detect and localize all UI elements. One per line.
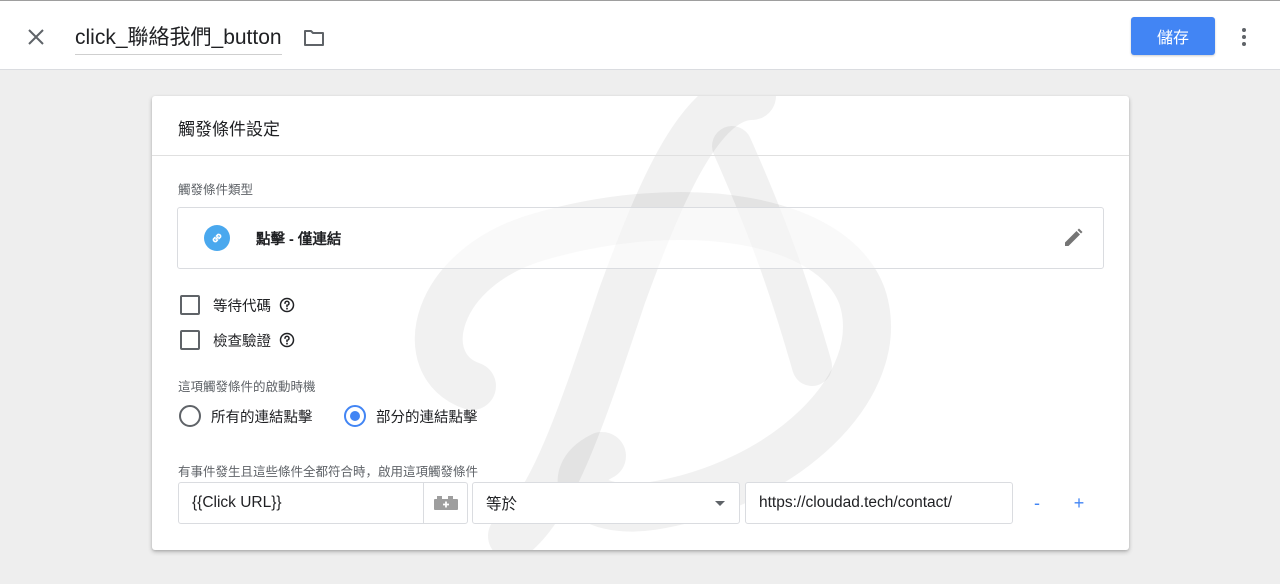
folder-icon — [304, 30, 324, 46]
more-vert-icon[interactable] — [1232, 23, 1256, 51]
all-link-clicks-option[interactable]: 所有的連結點擊 — [179, 404, 313, 428]
pencil-icon — [1065, 228, 1083, 246]
operator-value: 等於 — [486, 496, 518, 513]
save-button[interactable]: 儲存 — [1131, 17, 1215, 55]
wait-for-tags-row: 等待代碼 — [180, 294, 295, 316]
edit-trigger-type-button[interactable] — [1062, 227, 1084, 249]
help-icon[interactable] — [279, 297, 295, 313]
check-validation-label: 檢查驗證 — [213, 333, 271, 350]
remove-condition-button[interactable]: - — [1027, 492, 1047, 514]
wait-for-tags-label: 等待代碼 — [213, 298, 271, 315]
card-title: 觸發條件設定 — [178, 120, 280, 139]
wait-for-tags-checkbox[interactable] — [180, 295, 200, 315]
fires-on-label: 這項觸發條件的啟動時機 — [178, 380, 316, 394]
link-type-badge — [204, 225, 230, 251]
operator-select[interactable]: 等於 — [472, 482, 740, 524]
add-condition-button[interactable]: + — [1069, 492, 1089, 514]
chevron-down-icon — [715, 501, 725, 506]
close-button[interactable] — [22, 23, 50, 51]
some-link-clicks-radio[interactable] — [344, 405, 366, 427]
some-link-clicks-label: 部分的連結點擊 — [376, 409, 478, 426]
all-link-clicks-label: 所有的連結點擊 — [211, 409, 313, 426]
variable-field[interactable]: {{Click URL}} — [178, 482, 424, 524]
trigger-name-field[interactable]: click_聯絡我們_button — [75, 21, 282, 55]
check-validation-checkbox[interactable] — [180, 330, 200, 350]
more-dot — [1242, 28, 1246, 32]
link-icon — [212, 233, 222, 243]
condition-value-input[interactable]: https://cloudad.tech/contact/ — [745, 482, 1013, 524]
card-header: 觸發條件設定 — [152, 96, 1129, 156]
close-icon — [28, 29, 44, 45]
some-link-clicks-option[interactable]: 部分的連結點擊 — [344, 404, 478, 428]
trigger-config-card: 觸發條件設定 觸發條件類型 點擊 - 僅連結 等待代碼 檢查驗證 這項觸發條件的… — [152, 96, 1129, 550]
condition-label: 有事件發生且這些條件全都符合時，啟用這項觸發條件 — [178, 465, 479, 479]
top-bar: click_聯絡我們_button 儲存 — [0, 0, 1280, 70]
radio-selected-dot — [350, 411, 360, 421]
folder-button[interactable] — [302, 26, 326, 50]
more-dot — [1242, 42, 1246, 46]
help-icon[interactable] — [279, 332, 295, 348]
variable-brick-icon — [433, 496, 458, 510]
variable-picker-button[interactable] — [423, 482, 468, 524]
trigger-title: click_聯絡我們_button — [75, 25, 282, 49]
trigger-type-label: 觸發條件類型 — [178, 183, 254, 197]
condition-value: https://cloudad.tech/contact/ — [759, 494, 953, 511]
more-dot — [1242, 35, 1246, 39]
trigger-type-name: 點擊 - 僅連結 — [256, 232, 342, 248]
variable-value: {{Click URL}} — [192, 494, 282, 511]
check-validation-row: 檢查驗證 — [180, 329, 295, 351]
all-link-clicks-radio[interactable] — [179, 405, 201, 427]
trigger-type-selector[interactable]: 點擊 - 僅連結 — [177, 207, 1104, 269]
